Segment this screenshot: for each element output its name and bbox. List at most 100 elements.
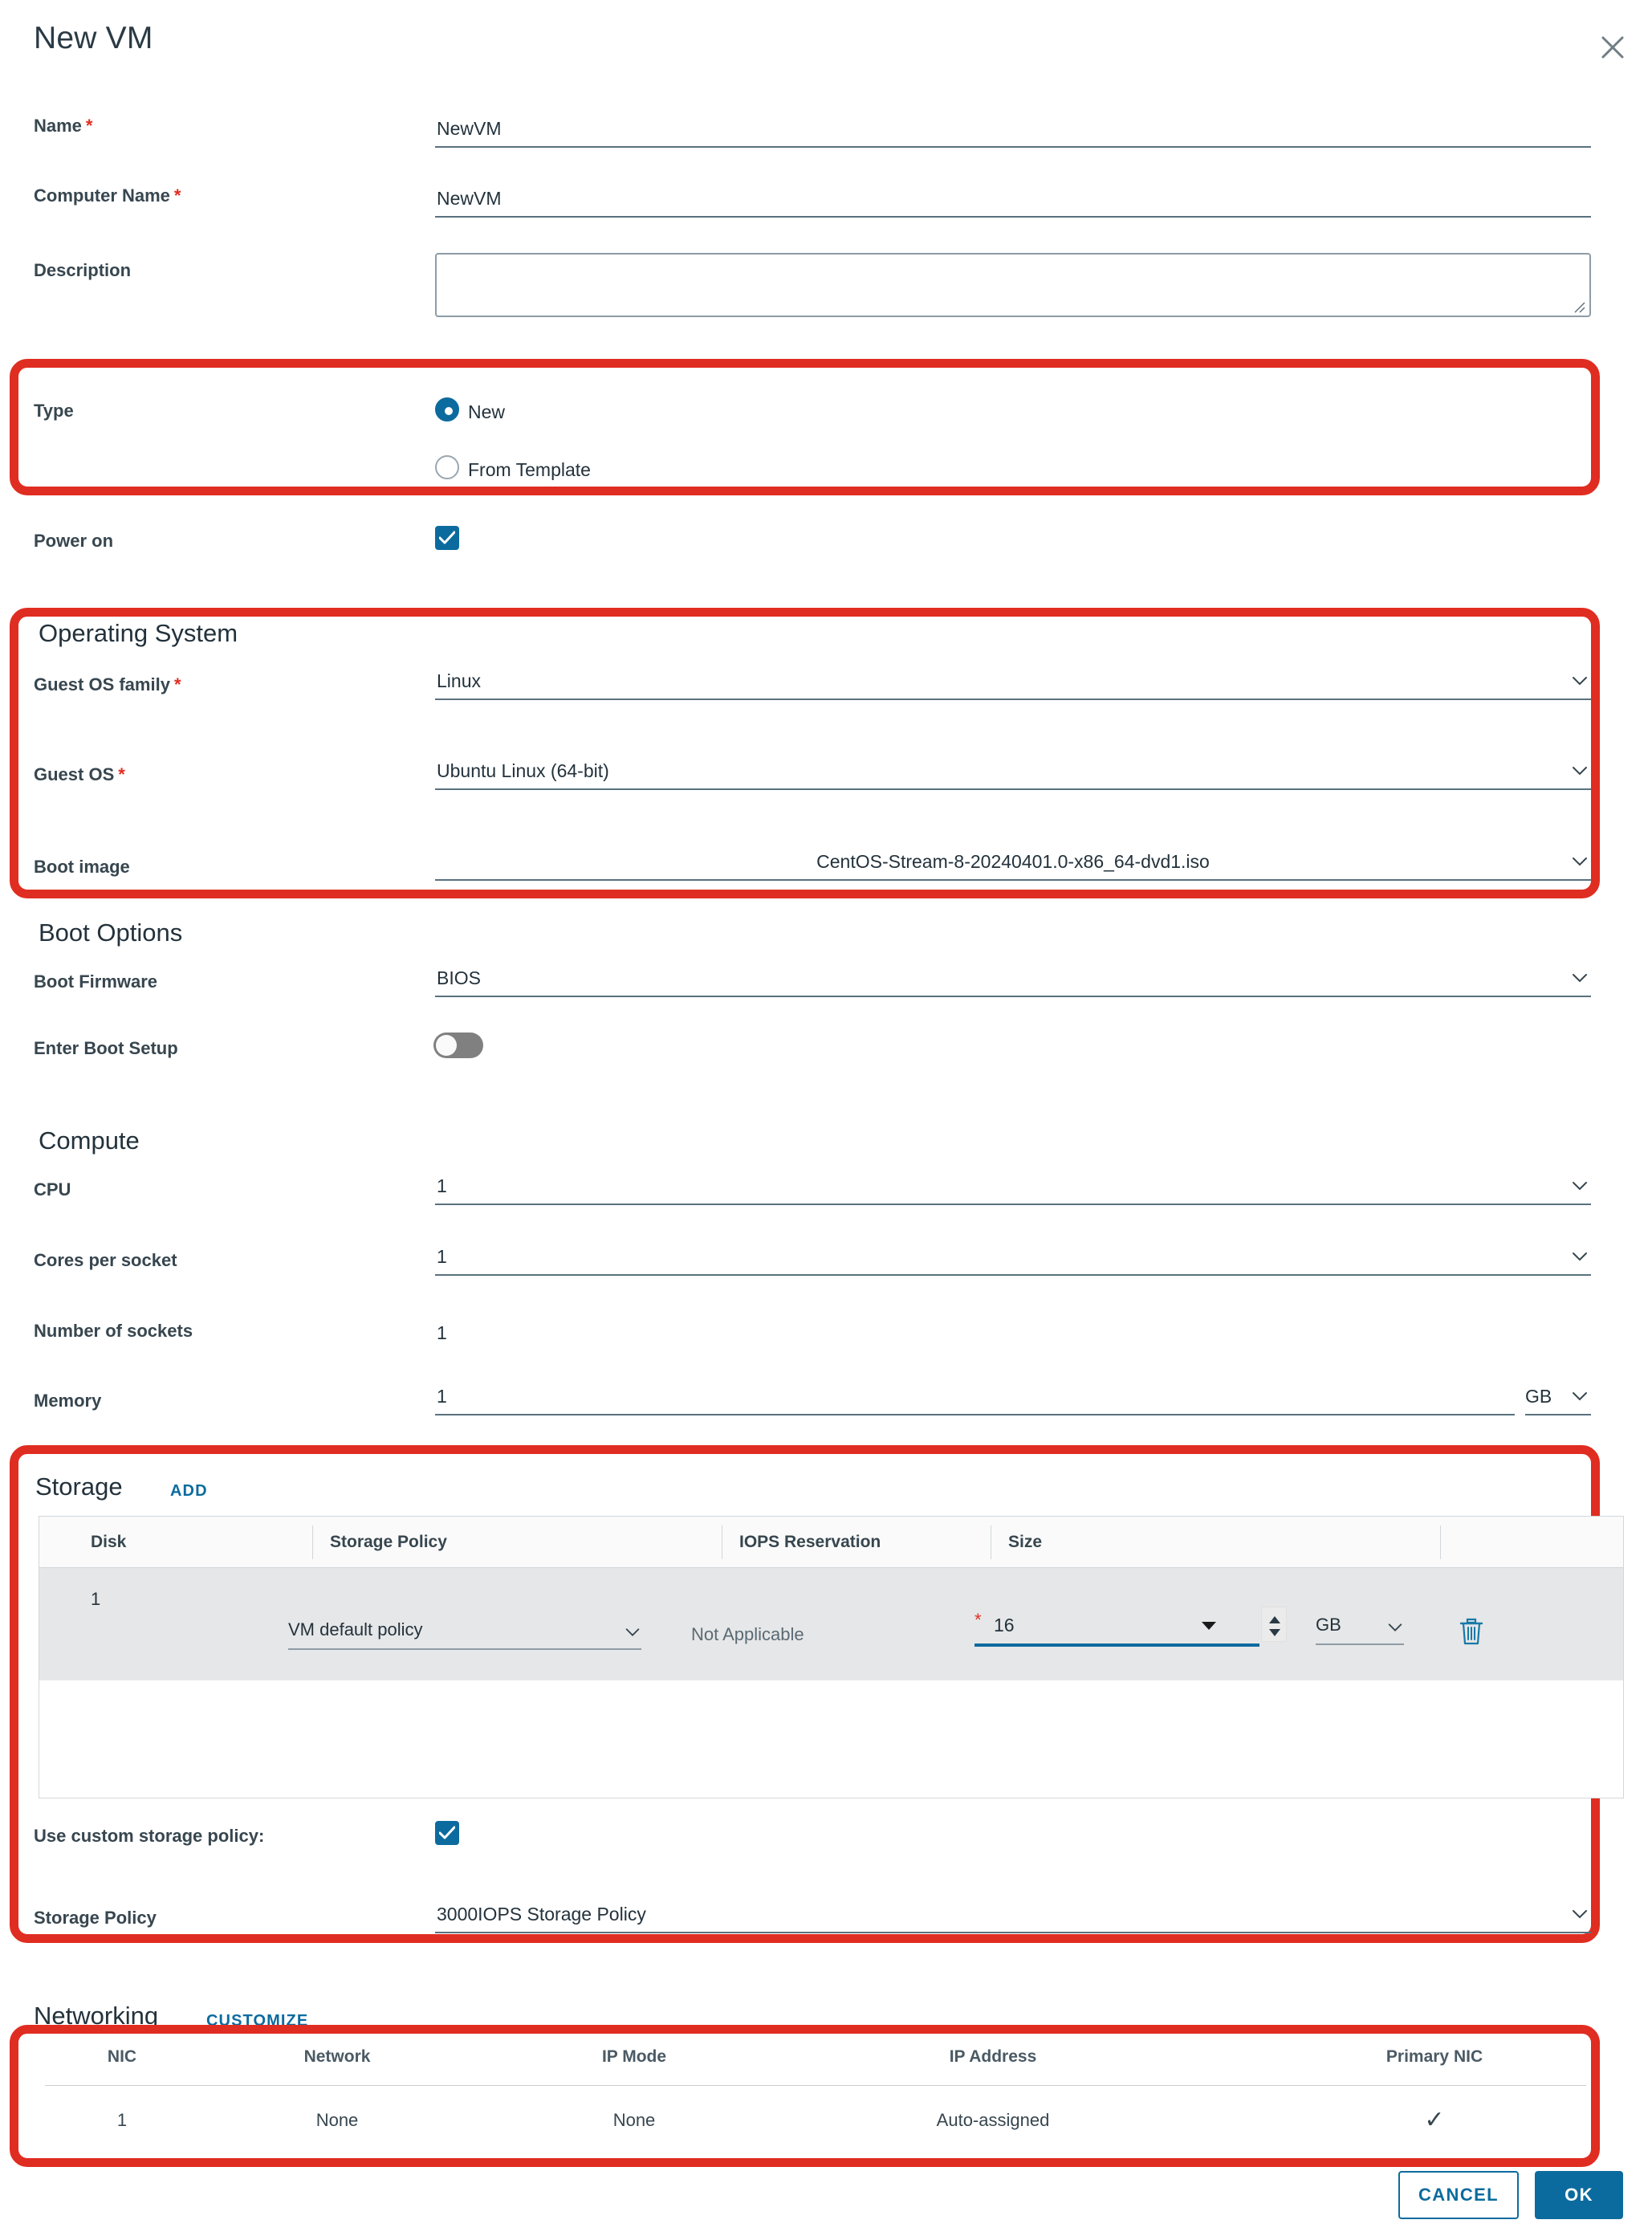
- cores-per-socket-value: 1: [437, 1246, 447, 1267]
- stepper-down-icon[interactable]: [1268, 1627, 1281, 1641]
- networking-col-network: Network: [303, 2047, 371, 2066]
- chevron-down-icon[interactable]: [1570, 968, 1589, 988]
- boot-image-select[interactable]: CentOS-Stream-8-20240401.0-x86_64-dvd1.i…: [435, 845, 1591, 881]
- delete-disk-icon[interactable]: [1457, 1616, 1486, 1651]
- networking-col-ip-address: IP Address: [949, 2047, 1037, 2066]
- name-label: Name *: [34, 116, 93, 136]
- type-label: Type: [34, 401, 74, 421]
- networking-col-nic: NIC: [107, 2047, 137, 2066]
- required-marker: *: [173, 674, 181, 694]
- storage-col-size: Size: [1008, 1533, 1043, 1551]
- memory-unit-select[interactable]: GB: [1525, 1380, 1591, 1415]
- radio-type-from-template[interactable]: [435, 455, 459, 479]
- required-marker: *: [85, 116, 93, 136]
- operating-system-heading: Operating System: [39, 619, 238, 647]
- required-marker: *: [975, 1610, 982, 1630]
- storage-policy-select[interactable]: VM default policy: [288, 1618, 641, 1650]
- chevron-down-icon[interactable]: [1570, 761, 1589, 780]
- chevron-down-icon[interactable]: [1570, 1176, 1589, 1195]
- resize-grip-icon[interactable]: [1572, 299, 1586, 314]
- storage-col-storage-policy: Storage Policy: [330, 1533, 447, 1551]
- memory-unit-value: GB: [1525, 1386, 1552, 1407]
- use-custom-storage-policy-label: Use custom storage policy:: [34, 1826, 265, 1846]
- networking-col-primary-nic: Primary NIC: [1385, 2047, 1483, 2066]
- cancel-button[interactable]: CANCEL: [1398, 2171, 1519, 2219]
- table-row: 1 VM default policy Not Applicable * 16: [39, 1568, 1623, 1680]
- chevron-down-icon[interactable]: [1386, 1619, 1404, 1640]
- disk-size-unit-select[interactable]: GB: [1316, 1613, 1404, 1645]
- column-divider: [1440, 1525, 1441, 1559]
- chevron-down-icon[interactable]: [1570, 1387, 1589, 1406]
- boot-image-label: Boot image: [34, 857, 130, 877]
- storage-cell-disk: 1: [91, 1589, 101, 1609]
- global-storage-policy-select[interactable]: 3000IOPS Storage Policy: [435, 1898, 1591, 1933]
- cpu-value: 1: [437, 1175, 447, 1196]
- memory-input[interactable]: 1: [435, 1380, 1515, 1415]
- memory-label: Memory: [34, 1391, 102, 1411]
- guest-os-family-value: Linux: [437, 670, 481, 691]
- storage-policy-value: VM default policy: [288, 1619, 423, 1639]
- disk-size-input[interactable]: * 16: [975, 1610, 1259, 1647]
- chevron-down-icon[interactable]: [1570, 671, 1589, 690]
- required-marker: *: [173, 185, 181, 206]
- networking-cell-ip-address: Auto-assigned: [936, 2110, 1050, 2130]
- storage-policy-label: Storage Policy: [34, 1908, 157, 1928]
- cpu-select[interactable]: 1: [435, 1170, 1591, 1205]
- power-on-label: Power on: [34, 531, 114, 551]
- power-on-checkbox[interactable]: [435, 526, 459, 550]
- guest-os-family-label: Guest OS family *: [34, 674, 181, 694]
- disk-size-stepper[interactable]: [1261, 1607, 1287, 1642]
- cores-per-socket-label: Cores per socket: [34, 1250, 177, 1270]
- memory-value: 1: [437, 1386, 447, 1407]
- chevron-down-icon[interactable]: [624, 1623, 641, 1645]
- storage-add-button[interactable]: ADD: [170, 1481, 208, 1501]
- annotation-box-type: [10, 359, 1600, 495]
- column-divider: [312, 1525, 313, 1559]
- name-input[interactable]: NewVM: [435, 112, 1591, 148]
- guest-os-select[interactable]: Ubuntu Linux (64-bit): [435, 755, 1591, 790]
- computer-name-label: Computer Name *: [34, 185, 181, 206]
- boot-firmware-label: Boot Firmware: [34, 971, 158, 992]
- boot-firmware-select[interactable]: BIOS: [435, 962, 1591, 997]
- close-icon[interactable]: [1596, 31, 1630, 64]
- chevron-down-icon[interactable]: [1570, 852, 1589, 871]
- storage-col-iops-reservation: IOPS Reservation: [739, 1533, 881, 1551]
- enter-boot-setup-label: Enter Boot Setup: [34, 1038, 178, 1058]
- description-textarea[interactable]: [435, 253, 1591, 317]
- networking-cell-ip-mode: None: [612, 2110, 656, 2130]
- compute-heading: Compute: [39, 1126, 140, 1155]
- boot-firmware-value: BIOS: [437, 967, 481, 988]
- radio-type-from-template-label[interactable]: From Template: [468, 458, 591, 482]
- number-of-sockets-value: 1: [437, 1322, 447, 1343]
- number-of-sockets-label: Number of sockets: [34, 1321, 193, 1341]
- networking-heading: Networking: [34, 2002, 159, 2030]
- networking-table: NIC Network IP Mode IP Address Primary N…: [34, 2040, 1597, 2151]
- networking-customize-button[interactable]: CUSTOMIZE: [206, 2011, 308, 2030]
- description-label: Description: [34, 260, 132, 280]
- global-storage-policy-value: 3000IOPS Storage Policy: [437, 1904, 646, 1924]
- guest-os-value: Ubuntu Linux (64-bit): [437, 760, 609, 781]
- networking-cell-network: None: [315, 2110, 359, 2130]
- chevron-down-icon[interactable]: [1570, 1904, 1589, 1924]
- ok-button[interactable]: OK: [1535, 2171, 1623, 2219]
- guest-os-label: Guest OS *: [34, 764, 125, 784]
- boot-options-heading: Boot Options: [39, 918, 183, 947]
- dropdown-triangle-icon[interactable]: [1200, 1619, 1218, 1636]
- storage-heading: Storage: [35, 1472, 123, 1501]
- storage-table: Disk Storage Policy IOPS Reservation Siz…: [39, 1516, 1624, 1798]
- computer-name-input-value: NewVM: [437, 188, 502, 209]
- radio-type-new[interactable]: [435, 397, 459, 422]
- radio-type-new-label[interactable]: New: [468, 400, 505, 424]
- cpu-label: CPU: [34, 1179, 71, 1199]
- networking-cell-primary-nic-check-icon: ✓: [1424, 2107, 1445, 2133]
- networking-cell-nic: 1: [116, 2110, 128, 2130]
- required-marker: *: [118, 764, 125, 784]
- guest-os-family-select[interactable]: Linux: [435, 665, 1591, 700]
- storage-table-header: Disk Storage Policy IOPS Reservation Siz…: [39, 1517, 1623, 1568]
- computer-name-input[interactable]: NewVM: [435, 182, 1591, 218]
- enter-boot-setup-toggle[interactable]: [433, 1033, 483, 1058]
- boot-image-value: CentOS-Stream-8-20240401.0-x86_64-dvd1.i…: [816, 851, 1210, 872]
- cores-per-socket-select[interactable]: 1: [435, 1240, 1591, 1276]
- chevron-down-icon[interactable]: [1570, 1247, 1589, 1266]
- use-custom-storage-policy-checkbox[interactable]: [435, 1821, 459, 1845]
